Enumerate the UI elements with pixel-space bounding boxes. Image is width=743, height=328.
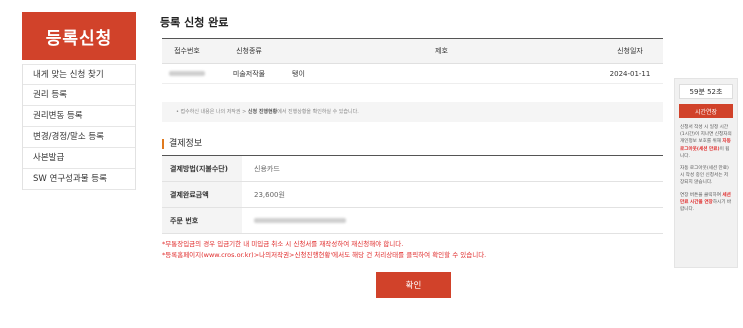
session-timer-panel: 59분 52초 시간연장 신청서 작성 시 일정 시간(1시간)이 지나면 신청… [674, 78, 738, 268]
session-note-3: 연장 버튼을 클릭하여 세션 만료 시간을 연장하시기 바랍니다. [680, 192, 732, 214]
sidebar: 등록신청 내게 맞는 신청 찾기 권리 등록 권리변동 등록 변경/경정/말소 … [22, 12, 136, 190]
order-number-redacted [242, 217, 663, 225]
page-title: 등록 신청 완료 [160, 16, 229, 29]
session-time-remaining: 59분 52초 [679, 84, 733, 99]
notice-suffix: 에서 진행상황을 확인하실 수 있습니다. [277, 109, 359, 115]
notice-link-text: 신청 진행현황 [247, 109, 278, 115]
sidebar-title: 등록신청 [22, 12, 136, 60]
payment-table: 결제방법(지불수단) 신용카드 결제완료금액 23,600원 주문 번호 [162, 155, 663, 234]
warning-status-check: *등록홈페이지(www.cros.or.kr)>나의저작권>신청진행현황'에서도… [162, 251, 487, 259]
cell-type: 미술저작물 [232, 69, 266, 78]
table-header: 접수번호 신청종류 제호 신청일자 [162, 38, 663, 64]
receipt-number-redacted [162, 70, 212, 78]
header-type: 신청종류 [236, 47, 262, 55]
table-row: 미술저작물 탱이 2024-01-11 [162, 64, 663, 84]
confirm-button[interactable]: 확인 [376, 272, 451, 298]
payment-row: 주문 번호 [162, 208, 663, 234]
header-title: 제호 [435, 47, 448, 55]
payment-amount-value: 23,600원 [254, 190, 285, 199]
sidebar-item-copy[interactable]: 사본발급 [23, 148, 135, 169]
extend-session-button[interactable]: 시간연장 [679, 104, 733, 118]
application-table: 접수번호 신청종류 제호 신청일자 미술저작물 탱이 2024-01-11 [162, 38, 663, 84]
cell-date: 2024-01-11 [609, 69, 651, 78]
sidebar-item-modify[interactable]: 변경/경정/말소 등록 [23, 127, 135, 148]
header-receipt-no: 접수번호 [174, 47, 200, 55]
session-note-3-text: 연장 버튼을 클릭하여 [680, 192, 723, 198]
payment-section-title: 결제정보 [162, 139, 202, 149]
sidebar-item-sw[interactable]: SW 연구성과물 등록 [23, 169, 135, 190]
payment-amount-label: 결제완료금액 [162, 182, 242, 207]
sidebar-item-find[interactable]: 내게 맞는 신청 찾기 [23, 64, 135, 85]
session-note-1: 신청서 작성 시 일정 시간(1시간)이 지나면 신청자의 개인정보 보호를 위… [680, 124, 732, 160]
order-number-label: 주문 번호 [162, 208, 242, 233]
notice-box: • 접수하신 내용은 나의 저작권 > 신청 진행현황에서 진행상황을 확인하실… [162, 102, 663, 122]
payment-row: 결제완료금액 23,600원 [162, 182, 663, 208]
payment-method-label: 결제방법(지불수단) [162, 156, 242, 181]
notice-prefix: • 접수하신 내용은 나의 저작권 > [176, 109, 248, 115]
sidebar-menu: 내게 맞는 신청 찾기 권리 등록 권리변동 등록 변경/경정/말소 등록 사본… [22, 64, 136, 190]
session-notes: 신청서 작성 시 일정 시간(1시간)이 지나면 신청자의 개인정보 보호를 위… [675, 118, 737, 213]
sidebar-item-rights-change[interactable]: 권리변동 등록 [23, 106, 135, 127]
payment-row: 결제방법(지불수단) 신용카드 [162, 156, 663, 182]
warning-bank-transfer: *무통장입금의 경우 입금기한 내 미입금 취소 시 신청서를 재작성하여 재신… [162, 240, 404, 248]
payment-method-value: 신용카드 [254, 164, 280, 173]
session-note-2: 자동 로그아웃(세션 만료)시 작성 중인 신청서는 저장되지 않습니다. [680, 166, 729, 186]
header-date: 신청일자 [617, 47, 643, 55]
cell-title: 탱이 [292, 69, 305, 78]
sidebar-item-rights-registration[interactable]: 권리 등록 [23, 85, 135, 106]
